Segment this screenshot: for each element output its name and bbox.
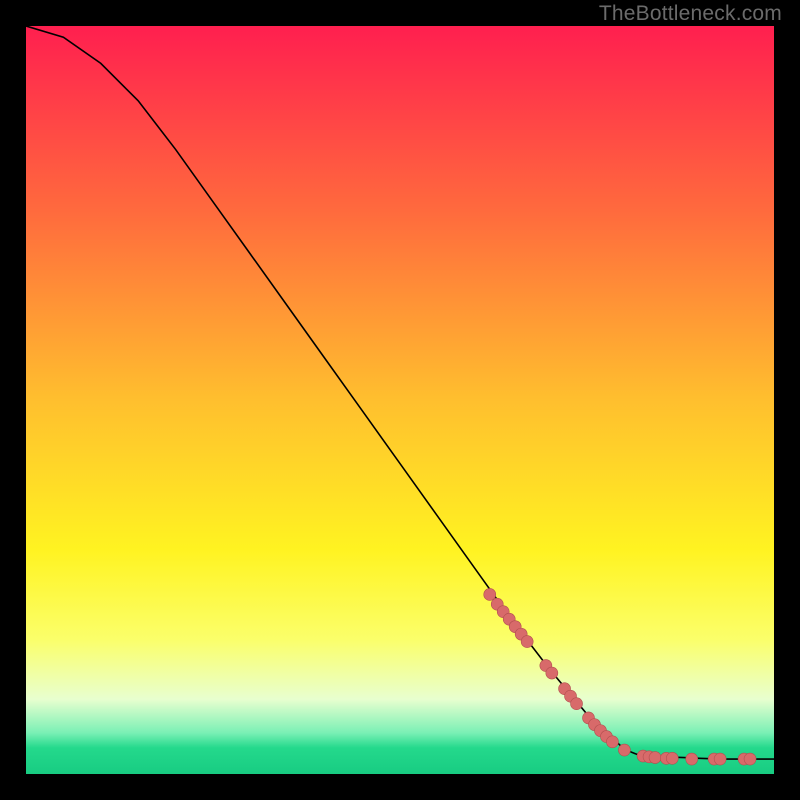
watermark-text: TheBottleneck.com <box>599 2 782 26</box>
plot-area <box>26 26 774 774</box>
chart-stage: TheBottleneck.com <box>0 0 800 800</box>
gradient-background <box>26 26 774 774</box>
